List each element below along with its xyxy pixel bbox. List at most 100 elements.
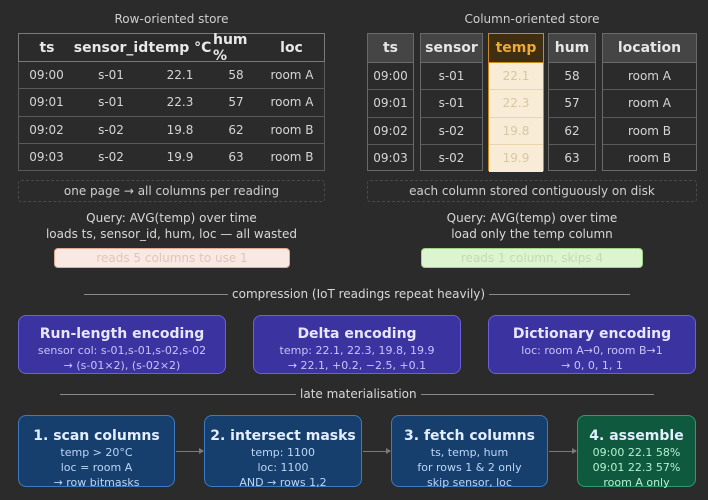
- column-block-location: location room Aroom Aroom Broom B: [602, 33, 697, 171]
- column-store-cell: 09:03: [373, 151, 408, 166]
- step2-line1: temp: 1100: [251, 446, 315, 459]
- late-divider-left: [60, 394, 298, 395]
- delta-encoding-card: Delta encoding temp: 22.1, 22.3, 19.8, 1…: [253, 315, 461, 374]
- arrow-3-to-4: [549, 448, 577, 454]
- column-store-cell: 09:01: [368, 90, 413, 118]
- run-length-encoding-card: Run-length encoding sensor col: s-01,s-0…: [18, 315, 226, 374]
- dict-line1: loc: room A→0, room B→1: [521, 344, 663, 357]
- step3-line2: for rows 1 & 2 only: [417, 461, 522, 474]
- row-header-cell: hum %: [213, 32, 259, 64]
- row-store-cell: room B: [270, 122, 314, 137]
- row-store-cell: s-02: [98, 149, 124, 164]
- column-header-cell: hum: [549, 34, 595, 63]
- step1-line2: loc = room A: [60, 461, 133, 474]
- column-store-cell: s-01: [421, 90, 482, 118]
- column-store-cell: 22.1: [489, 63, 543, 91]
- row-store-cell: room A: [270, 68, 314, 83]
- row-store-table: ts sensor_id temp °C hum % loc 09:00 s-01 22.1 5…: [18, 32, 325, 171]
- row-store-row: 09:01 s-01 22.3 57 room A: [18, 89, 325, 117]
- column-store-cell: s-01: [421, 63, 482, 91]
- row-store-cell: room A: [270, 95, 314, 110]
- column-store-cell: 62: [549, 118, 595, 145]
- step4-line2: 09:01 22.3 57%: [592, 461, 681, 474]
- compression-divider-right: [480, 294, 630, 295]
- column-store-cell: s-02: [421, 118, 482, 145]
- step-scan-columns: 1. scan columns temp > 20°C loc = room A…: [18, 415, 175, 489]
- column-store-cell: room B: [627, 151, 672, 166]
- row-store-cell: 09:01: [29, 95, 64, 110]
- row-header-cell: sensor_id: [74, 33, 148, 62]
- row-store-title: Row-oriented store: [114, 12, 229, 26]
- delta-title: Delta encoding: [297, 326, 417, 342]
- arrow-1-to-2: [176, 448, 204, 454]
- dictionary-encoding-card: Dictionary encoding loc: room A→0, room …: [488, 315, 696, 374]
- row-store-cell: 22.3: [166, 95, 194, 110]
- column-store-table: ts 09:00 09:01 09:02 09:03 sensor s-01 s-01 s-02…: [367, 33, 697, 172]
- row-store-cell: 19.9: [166, 149, 194, 164]
- column-read-result: reads 1 column, skips 4: [421, 248, 643, 268]
- column-query-line2: load only the temp column: [451, 227, 613, 241]
- row-store-cell: s-02: [98, 122, 124, 137]
- row-header-cell: ts: [18, 33, 75, 62]
- column-store-cell: 19.9: [489, 144, 543, 172]
- column-store-cell: s-02: [438, 151, 465, 166]
- step-fetch-columns: 3. fetch columns ts, temp, hum for rows …: [391, 415, 548, 489]
- row-store-row: 09:03 s-02 19.9 63 room B: [18, 143, 325, 171]
- step1-line1: temp > 20°C: [60, 446, 133, 459]
- row-store-cell: 19.8: [166, 122, 194, 137]
- row-store-cell: s-01: [98, 68, 124, 83]
- row-store-cell: 09:03: [29, 149, 64, 164]
- column-store-cell: room A: [603, 63, 696, 91]
- row-query-line1: Query: AVG(temp) over time: [86, 211, 257, 225]
- column-block-ts: ts 09:00 09:01 09:02 09:03: [367, 33, 414, 171]
- step-intersect-masks: 2. intersect masks temp: 1100 loc: 1100 …: [204, 415, 362, 489]
- delta-line2: → 22.1, +0.2, −2.5, +0.1: [287, 359, 427, 372]
- step4-title: 4. assemble: [589, 428, 684, 444]
- column-store-cell: 09:02: [368, 118, 413, 145]
- arrow-2-to-3: [363, 448, 391, 454]
- row-store-cell: room B: [270, 149, 314, 164]
- row-store-cell: 09:00: [29, 68, 64, 83]
- delta-line1: temp: 22.1, 22.3, 19.8, 19.9: [279, 344, 435, 357]
- compression-divider-left: [84, 294, 234, 295]
- column-query-line1: Query: AVG(temp) over time: [446, 211, 618, 225]
- column-block-sensor: sensor s-01 s-01 s-02 s-02: [420, 33, 483, 171]
- row-store-cell: 63: [228, 149, 244, 164]
- compression-heading: compression (IoT readings repeat heavily…: [228, 287, 490, 301]
- column-block-hum: hum 58 57 62 63: [548, 33, 596, 171]
- step2-line2: loc: 1100: [257, 461, 309, 474]
- step3-title: 3. fetch columns: [404, 428, 535, 444]
- column-store-cell: 22.3: [489, 90, 543, 118]
- column-header-cell: location: [603, 34, 696, 63]
- row-store-row: 09:02 s-02 19.8 62 room B: [18, 116, 325, 144]
- column-store-caption: each column stored contiguously on disk: [367, 180, 697, 202]
- step-assemble: 4. assemble 09:00 22.1 58% 09:01 22.3 57…: [577, 415, 696, 489]
- rle-line1: sensor col: s-01,s-01,s-02,s-02: [37, 344, 207, 357]
- column-store-cell: room B: [603, 118, 696, 145]
- row-store-cell: 58: [228, 68, 244, 83]
- column-store-cell: 63: [564, 151, 580, 166]
- step2-title: 2. intersect masks: [210, 428, 356, 444]
- step1-line3: → row bitmasks: [53, 476, 140, 489]
- step4-line3: room A only: [603, 476, 670, 489]
- column-header-cell: temp: [489, 34, 543, 63]
- dict-line2: → 0, 0, 1, 1: [561, 359, 623, 372]
- row-header-cell: loc: [259, 33, 325, 62]
- step4-line1: 09:00 22.1 58%: [592, 446, 681, 459]
- row-store-cell: 09:02: [29, 122, 64, 137]
- column-store-cell: 19.8: [489, 117, 543, 145]
- row-query-line2: loads ts, sensor_id, hum, loc — all wast…: [45, 227, 298, 241]
- row-header-cell: temp °C: [147, 33, 213, 62]
- column-store-cell: 58: [549, 63, 595, 91]
- late-heading: late materialisation: [296, 387, 421, 401]
- step2-line3: AND → rows 1,2: [239, 476, 327, 489]
- column-header-cell: sensor: [421, 34, 482, 63]
- column-store-cell: room A: [603, 90, 696, 118]
- column-store-cell: 57: [549, 90, 595, 118]
- column-header-cell: ts: [368, 34, 413, 63]
- rle-title: Run-length encoding: [39, 326, 205, 342]
- column-store-cell: 09:00: [368, 63, 413, 91]
- row-store-row: 09:00 s-01 22.1 58 room A: [18, 62, 325, 90]
- rle-line2: → (s-01×2), (s-02×2): [63, 359, 181, 372]
- row-store-cell: 62: [228, 122, 244, 137]
